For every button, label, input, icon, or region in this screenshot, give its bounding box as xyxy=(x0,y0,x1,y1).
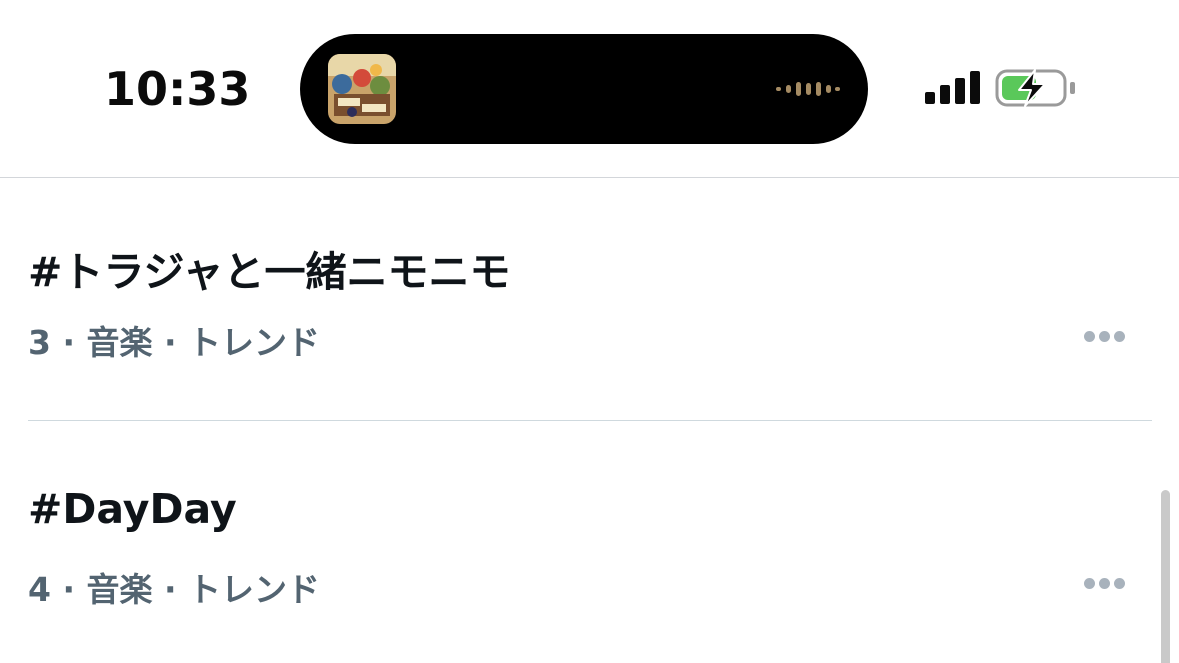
trend-title: #DayDay xyxy=(28,485,237,533)
trend-title: #トラジャと一緒ニモニモ xyxy=(28,248,511,296)
dot-icon xyxy=(1114,331,1125,342)
trend-item[interactable]: #トラジャと一緒ニモニモ 3 · 音楽 · トレンド xyxy=(0,178,1179,420)
dynamic-island[interactable] xyxy=(300,34,868,144)
audio-waveform-icon xyxy=(776,80,840,98)
now-playing-album-art[interactable] xyxy=(328,54,396,124)
trend-item[interactable]: #DayDay 4 · 音楽 · トレンド xyxy=(0,421,1179,663)
scrollbar[interactable] xyxy=(1161,490,1170,663)
trend-meta: 4 · 音楽 · トレンド xyxy=(28,570,320,609)
more-options-button[interactable] xyxy=(1080,573,1128,593)
cellular-signal-icon xyxy=(925,70,981,106)
status-time: 10:33 xyxy=(104,62,251,116)
status-bar: 10:33 xyxy=(0,0,1179,178)
trend-meta: 3 · 音楽 · トレンド xyxy=(28,323,320,362)
dot-icon xyxy=(1084,331,1095,342)
dot-icon xyxy=(1099,331,1110,342)
dot-icon xyxy=(1084,578,1095,589)
dot-icon xyxy=(1114,578,1125,589)
dot-icon xyxy=(1099,578,1110,589)
more-options-button[interactable] xyxy=(1080,326,1128,346)
battery-charging-icon xyxy=(995,68,1077,108)
